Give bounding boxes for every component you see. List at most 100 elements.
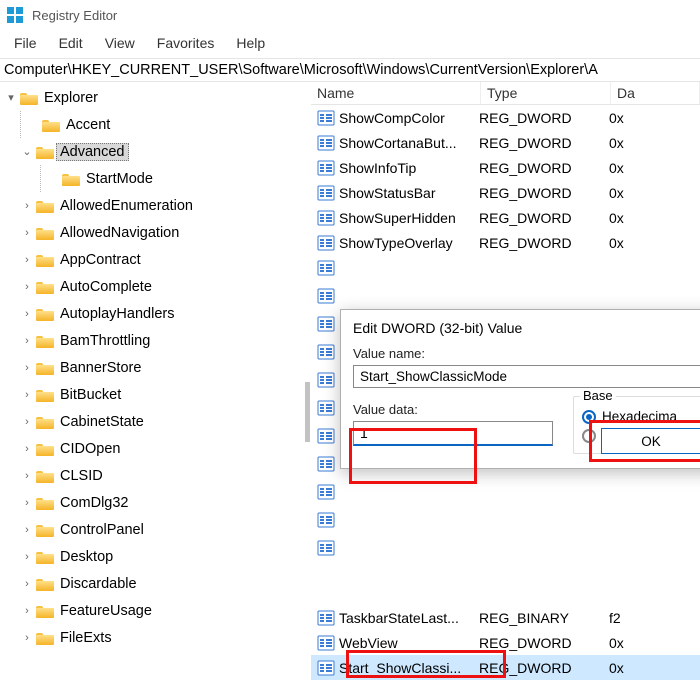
folder-icon <box>36 307 54 321</box>
folder-icon <box>36 226 54 240</box>
dword-icon <box>317 259 335 277</box>
tree-item[interactable]: AutoComplete <box>56 278 156 296</box>
list-row[interactable]: ShowInfoTipREG_DWORD0x <box>311 155 700 180</box>
valuename-label: Value name: <box>341 346 700 363</box>
tree-item[interactable]: Desktop <box>56 548 117 566</box>
tree-item[interactable]: FileExts <box>56 629 116 647</box>
valuedata-input[interactable] <box>353 421 553 446</box>
tree-item[interactable]: ComDlg32 <box>56 494 133 512</box>
row-data: 0x <box>609 160 700 176</box>
row-data: 0x <box>609 235 700 251</box>
list-row[interactable]: ShowTypeOverlayREG_DWORD0x <box>311 230 700 255</box>
folder-icon <box>36 604 54 618</box>
tree-item[interactable]: AllowedNavigation <box>56 224 183 242</box>
base-legend: Base <box>580 388 616 403</box>
titlebar: Registry Editor <box>0 0 700 30</box>
chevron-right-icon[interactable]: › <box>20 199 34 213</box>
tree-item[interactable]: Discardable <box>56 575 141 593</box>
chevron-right-icon[interactable]: › <box>20 604 34 618</box>
radio-off-icon <box>582 429 596 443</box>
menubar: File Edit View Favorites Help <box>0 30 700 59</box>
folder-icon <box>36 361 54 375</box>
col-name[interactable]: Name <box>311 82 481 104</box>
chevron-right-icon[interactable]: › <box>20 307 34 321</box>
dword-icon <box>317 511 335 529</box>
tree-item-accent[interactable]: Accent <box>62 116 114 134</box>
dword-icon <box>317 234 335 252</box>
chevron-right-icon[interactable]: › <box>20 334 34 348</box>
folder-icon <box>36 253 54 267</box>
tree-item[interactable]: BitBucket <box>56 386 125 404</box>
chevron-down-icon[interactable]: ▾ <box>4 91 18 105</box>
chevron-down-icon[interactable]: ⌄ <box>20 145 34 159</box>
menu-edit[interactable]: Edit <box>49 32 93 54</box>
tree-item-advanced[interactable]: Advanced <box>56 143 129 161</box>
col-data[interactable]: Da <box>611 82 700 104</box>
chevron-right-icon[interactable]: › <box>20 415 34 429</box>
dialog-title: Edit DWORD (32-bit) Value <box>341 318 700 346</box>
row-data: 0x <box>609 635 700 651</box>
ok-button[interactable]: OK <box>601 428 700 454</box>
folder-icon <box>36 415 54 429</box>
menu-favorites[interactable]: Favorites <box>147 32 225 54</box>
folder-icon <box>36 334 54 348</box>
valuename-field[interactable]: Start_ShowClassicMode <box>353 365 700 388</box>
list-row[interactable]: WebViewREG_DWORD0x <box>311 630 700 655</box>
folder-icon <box>36 631 54 645</box>
chevron-right-icon[interactable]: › <box>20 496 34 510</box>
chevron-right-icon[interactable]: › <box>20 523 34 537</box>
tree-item[interactable]: FeatureUsage <box>56 602 156 620</box>
menu-file[interactable]: File <box>4 32 47 54</box>
tree-item[interactable]: CIDOpen <box>56 440 124 458</box>
tree-item[interactable]: AllowedEnumeration <box>56 197 197 215</box>
chevron-right-icon[interactable]: › <box>20 577 34 591</box>
row-name: ShowCortanaBut... <box>339 135 479 151</box>
scrollbar-thumb[interactable] <box>305 382 310 442</box>
dword-icon <box>317 134 335 152</box>
folder-icon <box>36 550 54 564</box>
tree-item-startmode[interactable]: StartMode <box>82 170 157 188</box>
tree-item[interactable]: BamThrottling <box>56 332 154 350</box>
chevron-right-icon[interactable]: › <box>20 226 34 240</box>
chevron-right-icon[interactable]: › <box>20 631 34 645</box>
tree-item[interactable]: CLSID <box>56 467 107 485</box>
dword-icon <box>317 483 335 501</box>
chevron-right-icon[interactable]: › <box>20 550 34 564</box>
menu-help[interactable]: Help <box>226 32 275 54</box>
list-header: Name Type Da <box>311 82 700 105</box>
row-type: REG_DWORD <box>479 110 609 126</box>
dword-icon <box>317 109 335 127</box>
tree-item-explorer[interactable]: Explorer <box>40 89 102 107</box>
chevron-right-icon[interactable]: › <box>20 253 34 267</box>
tree-item[interactable]: AutoplayHandlers <box>56 305 178 323</box>
list-row[interactable]: ShowSuperHiddenREG_DWORD0x <box>311 205 700 230</box>
tree-pane[interactable]: ▾ Explorer Accent ⌄ Advanced StartMode ›… <box>0 82 305 683</box>
app-icon <box>6 6 24 24</box>
radio-hex[interactable]: Hexadecima <box>582 409 698 424</box>
chevron-right-icon[interactable]: › <box>20 361 34 375</box>
list-row[interactable]: ShowCortanaBut...REG_DWORD0x <box>311 130 700 155</box>
row-name: ShowCompColor <box>339 110 479 126</box>
row-type: REG_DWORD <box>479 185 609 201</box>
list-row[interactable]: ShowCompColorREG_DWORD0x <box>311 105 700 130</box>
tree-item[interactable]: CabinetState <box>56 413 148 431</box>
list-row-selected[interactable]: Start_ShowClassi...REG_DWORD0x <box>311 655 700 680</box>
chevron-right-icon[interactable]: › <box>20 442 34 456</box>
address-bar[interactable]: Computer\HKEY_CURRENT_USER\Software\Micr… <box>0 59 700 82</box>
list-row[interactable]: ShowStatusBarREG_DWORD0x <box>311 180 700 205</box>
dword-icon <box>317 609 335 627</box>
list-row[interactable]: TaskbarStateLast...REG_BINARYf2 <box>311 605 700 630</box>
col-type[interactable]: Type <box>481 82 611 104</box>
menu-view[interactable]: View <box>95 32 145 54</box>
chevron-right-icon[interactable]: › <box>20 388 34 402</box>
folder-icon <box>36 577 54 591</box>
row-data: 0x <box>609 185 700 201</box>
tree-item[interactable]: AppContract <box>56 251 145 269</box>
row-name: ShowStatusBar <box>339 185 479 201</box>
tree-item[interactable]: ControlPanel <box>56 521 148 539</box>
radio-on-icon <box>582 410 596 424</box>
row-name: WebView <box>339 635 479 651</box>
chevron-right-icon[interactable]: › <box>20 469 34 483</box>
tree-item[interactable]: BannerStore <box>56 359 145 377</box>
chevron-right-icon[interactable]: › <box>20 280 34 294</box>
